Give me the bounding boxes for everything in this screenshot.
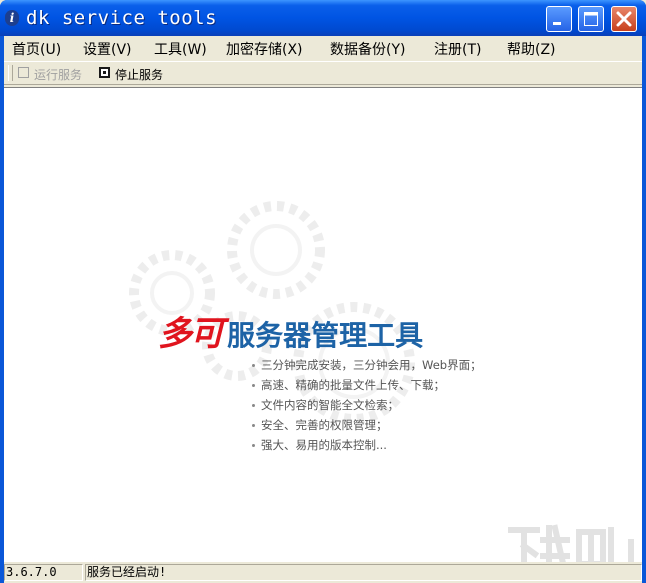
menu-help[interactable]: 帮助(Z) bbox=[507, 39, 556, 59]
window-title: dk service tools bbox=[26, 7, 218, 29]
status-message-panel: 服务已经启动! bbox=[85, 564, 642, 581]
app-icon[interactable]: i bbox=[5, 10, 19, 26]
maximize-button[interactable] bbox=[578, 6, 604, 32]
list-item: 强大、易用的版本控制... bbox=[252, 435, 482, 455]
title-bar[interactable]: i dk service tools bbox=[0, 0, 646, 36]
main-content: 多可 服务器管理工具 三分钟完成安装，三分钟会用，Web界面； 高速、精确的批量… bbox=[4, 87, 642, 583]
status-message: 服务已经启动! bbox=[87, 565, 167, 579]
bullet-icon bbox=[252, 424, 255, 427]
status-bar: 3.6.7.0 服务已经启动! bbox=[4, 562, 642, 583]
bullet-icon bbox=[252, 384, 255, 387]
run-service-label: 运行服务 bbox=[34, 68, 83, 82]
stop-service-label: 停止服务 bbox=[115, 68, 164, 82]
toolbar-grip[interactable] bbox=[8, 65, 13, 81]
close-icon bbox=[616, 11, 632, 27]
feature-list: 三分钟完成安装，三分钟会用，Web界面； 高速、精确的批量文件上传、下载； 文件… bbox=[252, 355, 482, 455]
minimize-icon bbox=[553, 22, 561, 25]
menu-data-backup[interactable]: 数据备份(Y) bbox=[330, 39, 405, 59]
brand-name-blue: 服务器管理工具 bbox=[227, 319, 424, 352]
list-item: 安全、完善的权限管理； bbox=[252, 415, 482, 435]
maximize-icon bbox=[584, 12, 598, 26]
list-item: 文件内容的智能全文检索； bbox=[252, 395, 482, 415]
toolbar: 运行服务 停止服务 bbox=[4, 61, 642, 85]
product-logo: 多可 服务器管理工具 bbox=[158, 306, 423, 355]
menu-bar: 首页(U) 设置(V) 工具(W) 加密存储(X) 数据备份(Y) 注册(T) … bbox=[4, 36, 642, 60]
menu-tools[interactable]: 工具(W) bbox=[154, 39, 207, 59]
stop-service-button[interactable]: 停止服务 bbox=[99, 65, 169, 83]
menu-home[interactable]: 首页(U) bbox=[12, 39, 61, 59]
stop-icon bbox=[99, 67, 110, 78]
menu-register[interactable]: 注册(T) bbox=[434, 39, 481, 59]
brand-name-red: 多可 bbox=[158, 314, 224, 354]
menu-settings[interactable]: 设置(V) bbox=[83, 39, 132, 59]
version-panel: 3.6.7.0 bbox=[4, 564, 83, 581]
list-item: 高速、精确的批量文件上传、下载； bbox=[252, 375, 482, 395]
client-area: 首页(U) 设置(V) 工具(W) 加密存储(X) 数据备份(Y) 注册(T) … bbox=[4, 36, 642, 583]
list-item: 三分钟完成安装，三分钟会用，Web界面； bbox=[252, 355, 482, 375]
app-window: i dk service tools 首页(U) 设置(V) 工具(W) 加密存… bbox=[0, 0, 646, 583]
version-text: 3.6.7.0 bbox=[6, 565, 57, 579]
menu-encrypted-storage[interactable]: 加密存储(X) bbox=[226, 39, 303, 59]
bullet-icon bbox=[252, 404, 255, 407]
bullet-icon bbox=[252, 444, 255, 447]
run-service-button[interactable]: 运行服务 bbox=[18, 65, 88, 83]
close-button[interactable] bbox=[611, 6, 637, 32]
run-icon bbox=[18, 67, 29, 78]
minimize-button[interactable] bbox=[546, 6, 572, 32]
bullet-icon bbox=[252, 364, 255, 367]
